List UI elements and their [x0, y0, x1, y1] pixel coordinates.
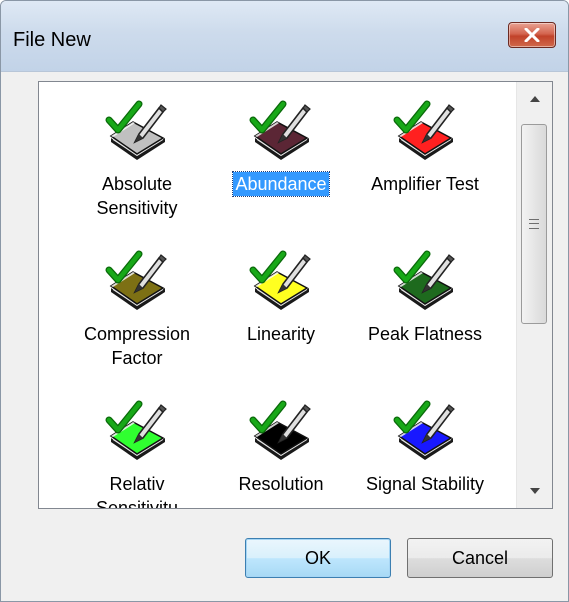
file-new-dialog: File New Absolute Sensitivity Abundance … — [0, 0, 569, 602]
scroll-down-button[interactable] — [517, 474, 552, 508]
template-label: Relativ Sensitivitu — [95, 474, 179, 509]
document-check-pen-icon — [393, 248, 457, 314]
template-label: Amplifier Test — [371, 174, 479, 194]
document-check-pen-icon — [105, 248, 169, 314]
template-item[interactable]: Linearity — [211, 248, 351, 346]
title-bar[interactable]: File New — [1, 1, 568, 72]
document-check-pen-icon — [249, 248, 313, 314]
cancel-button[interactable]: Cancel — [407, 538, 553, 578]
template-item[interactable]: Amplifier Test — [355, 98, 495, 196]
template-label: Abundance — [232, 171, 330, 197]
document-check-pen-icon — [249, 98, 313, 164]
vertical-scrollbar[interactable] — [516, 82, 552, 508]
template-item[interactable]: Relativ Sensitivitu — [67, 398, 207, 509]
dialog-title: File New — [13, 29, 91, 51]
chevron-down-icon — [529, 488, 540, 494]
template-label: Resolution — [238, 474, 324, 494]
template-label: Compression Factor — [83, 324, 191, 368]
template-item[interactable]: Resolution — [211, 398, 351, 496]
template-label: Absolute Sensitivity — [96, 174, 178, 218]
template-label: Linearity — [246, 324, 316, 344]
template-label: Peak Flatness — [367, 324, 483, 344]
template-item[interactable]: Signal Stability — [355, 398, 495, 496]
document-check-pen-icon — [249, 398, 313, 464]
document-check-pen-icon — [393, 398, 457, 464]
template-item[interactable]: Abundance — [211, 98, 351, 197]
document-check-pen-icon — [105, 98, 169, 164]
document-check-pen-icon — [105, 398, 169, 464]
close-button[interactable] — [508, 22, 556, 48]
template-label: Signal Stability — [365, 474, 485, 494]
scroll-thumb[interactable] — [521, 124, 547, 324]
template-item[interactable]: Absolute Sensitivity — [67, 98, 207, 220]
chevron-up-icon — [529, 96, 540, 102]
document-check-pen-icon — [393, 98, 457, 164]
grip-icon — [529, 219, 539, 229]
scroll-up-button[interactable] — [517, 82, 552, 116]
close-icon — [524, 28, 540, 42]
ok-button[interactable]: OK — [245, 538, 391, 578]
template-item[interactable]: Compression Factor — [67, 248, 207, 370]
template-item[interactable]: Peak Flatness — [355, 248, 495, 346]
template-list[interactable]: Absolute Sensitivity Abundance Amplifier… — [38, 81, 553, 509]
